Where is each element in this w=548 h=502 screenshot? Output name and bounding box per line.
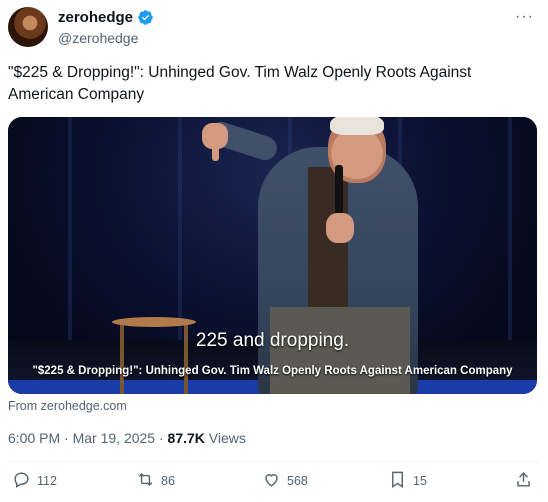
tweet-text: "$225 & Dropping!": Unhinged Gov. Tim Wa… xyxy=(8,64,472,103)
speaker-mic-hand xyxy=(326,213,354,243)
repost-count: 86 xyxy=(161,474,175,488)
link-source[interactable]: From zerohedge.com xyxy=(8,399,127,413)
author-name[interactable]: zerohedge xyxy=(58,9,133,26)
reply-count: 112 xyxy=(37,474,57,488)
video-subtitle: 225 and dropping. xyxy=(195,330,350,351)
bookmark-icon xyxy=(388,470,407,492)
speaker-finger xyxy=(212,145,219,161)
bookmark-count: 15 xyxy=(413,474,427,488)
like-icon xyxy=(262,470,281,492)
meta-separator: · xyxy=(60,430,73,446)
tweet-date[interactable]: Mar 19, 2025 xyxy=(73,430,156,446)
reply-button[interactable]: 112 xyxy=(12,470,57,492)
stool xyxy=(112,317,196,327)
like-count: 568 xyxy=(287,474,308,488)
microphone xyxy=(335,165,343,217)
author-name-row: zerohedge xyxy=(58,9,154,26)
views-count: 87.7K xyxy=(167,430,205,446)
avatar[interactable] xyxy=(8,7,48,47)
more-icon[interactable]: ··· xyxy=(515,8,534,26)
verified-badge-icon xyxy=(137,9,154,26)
views-label: Views xyxy=(204,430,246,446)
media-video[interactable]: 225 and dropping. "$225 & Dropping!": Un… xyxy=(8,117,537,394)
tweet-meta: 6:00 PM · Mar 19, 2025 · 87.7K Views xyxy=(8,430,246,446)
author-handle[interactable]: @zerohedge xyxy=(58,30,138,46)
meta-separator: · xyxy=(155,430,168,446)
repost-icon xyxy=(136,470,155,492)
divider xyxy=(8,461,540,462)
like-button[interactable]: 568 xyxy=(262,470,308,492)
action-bar: 112 86 568 15 xyxy=(8,470,540,498)
share-button[interactable] xyxy=(514,470,533,492)
bookmark-button[interactable]: 15 xyxy=(388,470,427,492)
repost-button[interactable]: 86 xyxy=(136,470,175,492)
video-caption: "$225 & Dropping!": Unhinged Gov. Tim Wa… xyxy=(32,365,513,377)
speaker-hair xyxy=(330,117,384,135)
tweet-time[interactable]: 6:00 PM xyxy=(8,430,60,446)
reply-icon xyxy=(12,470,31,492)
share-icon xyxy=(514,470,533,492)
